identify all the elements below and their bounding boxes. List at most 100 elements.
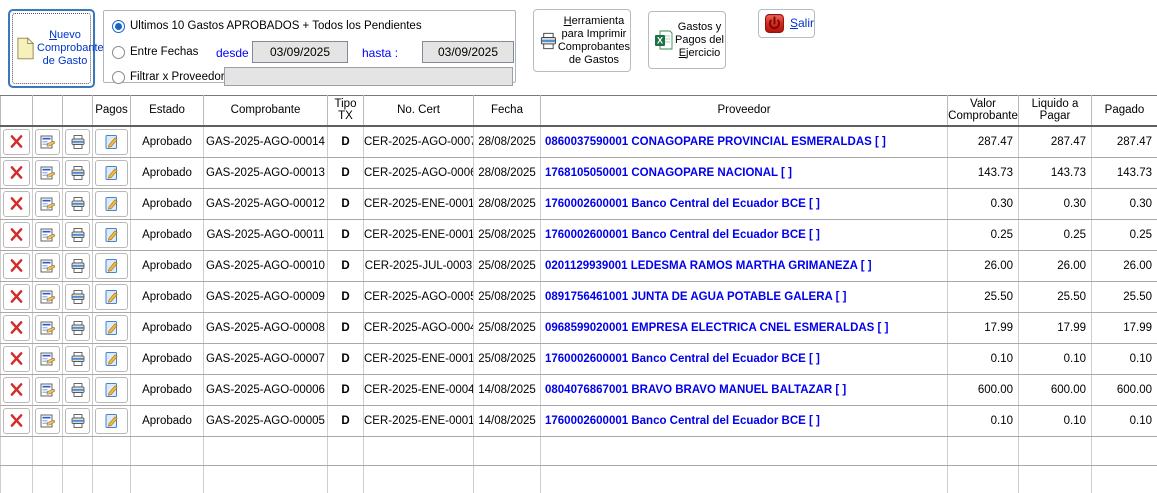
estado-cell: Aprobado: [131, 250, 204, 281]
pagado-cell: 287.47: [1092, 126, 1157, 158]
properties-row-button[interactable]: [35, 408, 60, 434]
from-label: desde :: [216, 46, 255, 60]
properties-row-button[interactable]: [35, 191, 60, 217]
date-to-input[interactable]: [422, 41, 514, 63]
proveedor-link[interactable]: 1760002600001 Banco Central del Ecuador …: [541, 188, 948, 219]
delete-row-button[interactable]: [3, 315, 30, 341]
properties-icon: [40, 227, 56, 243]
proveedor-link[interactable]: 0201129939001 LEDESMA RAMOS MARTHA GRIMA…: [541, 250, 948, 281]
payments-row-button[interactable]: [95, 253, 128, 279]
properties-row-button[interactable]: [35, 377, 60, 403]
filter-dates-option[interactable]: Entre Fechas: [112, 44, 198, 60]
proveedor-link[interactable]: 0860037590001 CONAGOPARE PROVINCIAL ESME…: [541, 126, 948, 158]
to-label: hasta :: [362, 46, 398, 60]
header-comprobante: Comprobante: [204, 96, 328, 126]
print-vouchers-tool-button[interactable]: Herramienta para Imprimir Comprobantes d…: [533, 9, 631, 72]
header-tipo-tx: Tipo TX: [328, 96, 364, 126]
delete-row-button[interactable]: [3, 377, 30, 403]
table-header: Pagos Estado Comprobante Tipo TX No. Cer…: [1, 96, 1157, 126]
payments-row-button[interactable]: [95, 315, 128, 341]
delete-row-button[interactable]: [3, 129, 30, 155]
filter-last10-option[interactable]: Ultimos 10 Gastos APROBADOS + Todos los …: [112, 18, 422, 34]
print-row-icon: [70, 196, 86, 212]
edit-payments-icon: [104, 227, 120, 243]
comprobante-cell: GAS-2025-AGO-00008: [204, 312, 328, 343]
payments-row-button[interactable]: [95, 191, 128, 217]
print-row-button[interactable]: [65, 377, 90, 403]
pagado-cell: 0.10: [1092, 405, 1157, 436]
print-row-button[interactable]: [65, 346, 90, 372]
proveedor-link[interactable]: 0968599020001 EMPRESA ELECTRICA CNEL ESM…: [541, 312, 948, 343]
properties-row-button[interactable]: [35, 346, 60, 372]
radio-between-dates[interactable]: [112, 46, 125, 59]
payments-row-button[interactable]: [95, 222, 128, 248]
print-row-button[interactable]: [65, 191, 90, 217]
payments-row-button[interactable]: [95, 160, 128, 186]
no-cert-cell: CER-2025-ENE-0001: [364, 219, 474, 250]
voucher-row: AprobadoGAS-2025-AGO-00013DCER-2025-AGO-…: [1, 157, 1157, 188]
liquido-cell: 25.50: [1019, 281, 1092, 312]
header-no-cert: No. Cert: [364, 96, 474, 126]
print-row-button[interactable]: [65, 160, 90, 186]
edit-payments-icon: [104, 196, 120, 212]
properties-row-button[interactable]: [35, 129, 60, 155]
properties-row-button[interactable]: [35, 253, 60, 279]
delete-row-button[interactable]: [3, 408, 30, 434]
radio-filter-provider[interactable]: [112, 71, 125, 84]
comprobante-cell: GAS-2025-AGO-00010: [204, 250, 328, 281]
delete-row-button[interactable]: [3, 191, 30, 217]
payments-row-button[interactable]: [95, 284, 128, 310]
tipo-tx-cell: D: [328, 126, 364, 158]
properties-icon: [40, 196, 56, 212]
provider-filter-input[interactable]: [224, 67, 513, 86]
payments-row-button[interactable]: [95, 377, 128, 403]
print-row-button[interactable]: [65, 222, 90, 248]
vouchers-table-body: AprobadoGAS-2025-AGO-00014DCER-2025-AGO-…: [1, 126, 1157, 493]
proveedor-link[interactable]: 0891756461001 JUNTA DE AGUA POTABLE GALE…: [541, 281, 948, 312]
fecha-cell: 14/08/2025: [474, 374, 541, 405]
print-row-button[interactable]: [65, 253, 90, 279]
proveedor-link[interactable]: 1768105050001 CONAGOPARE NACIONAL [ ]: [541, 157, 948, 188]
properties-row-button[interactable]: [35, 315, 60, 341]
properties-row-button[interactable]: [35, 284, 60, 310]
voucher-row: AprobadoGAS-2025-AGO-00010DCER-2025-JUL-…: [1, 250, 1157, 281]
date-from-input[interactable]: [252, 41, 348, 63]
excel-report-button[interactable]: X Gastos y Pagos del Ejercicio: [648, 11, 726, 69]
valor-cell: 143.73: [948, 157, 1019, 188]
delete-row-button[interactable]: [3, 160, 30, 186]
fecha-cell: 25/08/2025: [474, 312, 541, 343]
radio-last10[interactable]: [112, 20, 125, 33]
tipo-tx-cell: D: [328, 157, 364, 188]
properties-row-button[interactable]: [35, 160, 60, 186]
payments-row-button[interactable]: [95, 408, 128, 434]
new-voucher-label: Nuevo Comprobante de Gasto: [37, 29, 93, 68]
proveedor-link[interactable]: 1760002600001 Banco Central del Ecuador …: [541, 343, 948, 374]
proveedor-link[interactable]: 1760002600001 Banco Central del Ecuador …: [541, 219, 948, 250]
print-row-button[interactable]: [65, 408, 90, 434]
exit-button[interactable]: Salir: [758, 9, 815, 38]
payments-row-button[interactable]: [95, 346, 128, 372]
print-row-button[interactable]: [65, 315, 90, 341]
voucher-row: AprobadoGAS-2025-AGO-00012DCER-2025-ENE-…: [1, 188, 1157, 219]
delete-row-button[interactable]: [3, 253, 30, 279]
print-row-icon: [70, 413, 86, 429]
print-row-icon: [70, 382, 86, 398]
liquido-cell: 26.00: [1019, 250, 1092, 281]
delete-row-button[interactable]: [3, 346, 30, 372]
proveedor-link[interactable]: 0804076867001 BRAVO BRAVO MANUEL BALTAZA…: [541, 374, 948, 405]
new-voucher-button[interactable]: Nuevo Comprobante de Gasto: [8, 9, 95, 88]
proveedor-link[interactable]: 1760002600001 Banco Central del Ecuador …: [541, 405, 948, 436]
properties-row-button[interactable]: [35, 222, 60, 248]
valor-cell: 0.30: [948, 188, 1019, 219]
pagado-cell: 0.30: [1092, 188, 1157, 219]
print-row-button[interactable]: [65, 129, 90, 155]
payments-row-button[interactable]: [95, 129, 128, 155]
liquido-cell: 0.30: [1019, 188, 1092, 219]
voucher-row: AprobadoGAS-2025-AGO-00007DCER-2025-ENE-…: [1, 343, 1157, 374]
filter-provider-option[interactable]: Filtrar x Proveedor: [112, 69, 225, 85]
delete-row-button[interactable]: [3, 222, 30, 248]
delete-row-button[interactable]: [3, 284, 30, 310]
print-row-button[interactable]: [65, 284, 90, 310]
fecha-cell: 28/08/2025: [474, 157, 541, 188]
valor-cell: 26.00: [948, 250, 1019, 281]
